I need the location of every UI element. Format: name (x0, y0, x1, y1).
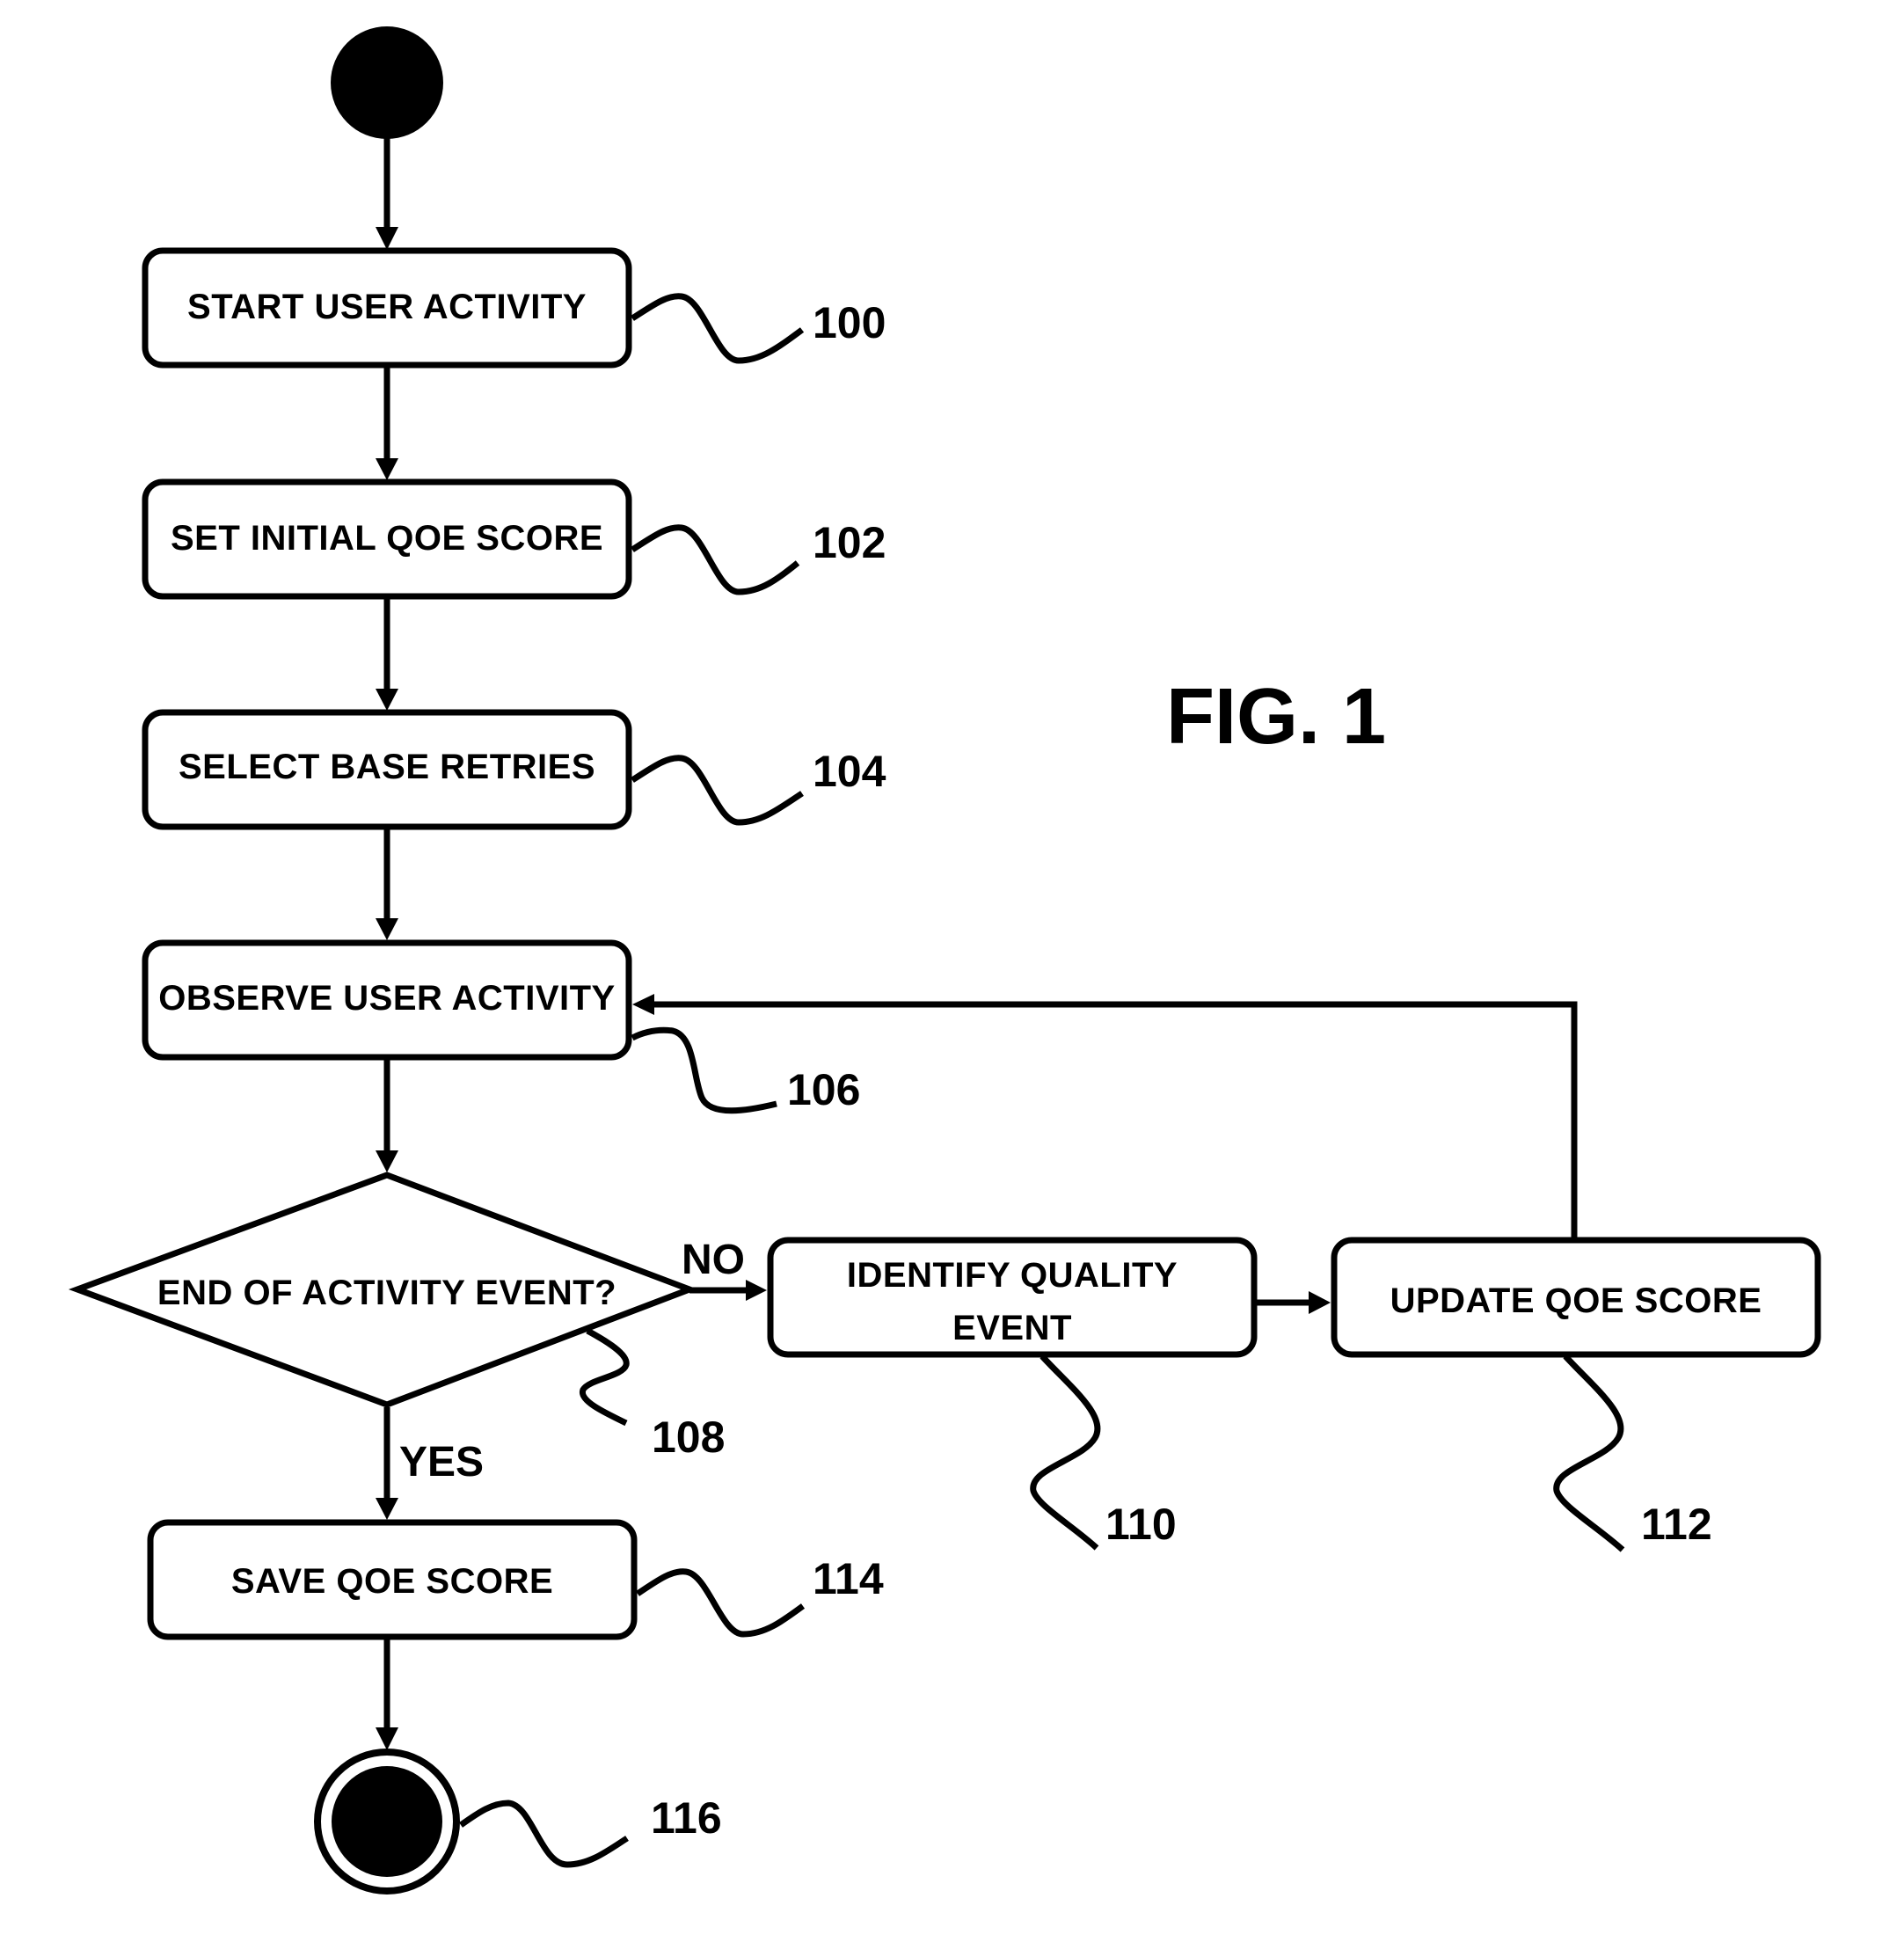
node-select-base-retries-label: SELECT BASE RETRIES (179, 748, 595, 786)
node-save-qoe-score: SAVE QOE SCORE (147, 1519, 638, 1640)
node-identify-quality-event: IDENTIFY QUALITY EVENT (767, 1237, 1258, 1358)
node-start-user-activity: START USER ACTIVITY (142, 247, 632, 369)
ref-116: 116 (651, 1793, 722, 1843)
node-end-of-activity-event-decision: END OF ACTIVITY EVENT? (68, 1172, 698, 1408)
node-start-user-activity-label: START USER ACTIVITY (187, 288, 587, 326)
leader-line-116 (458, 1800, 629, 1868)
branch-label-yes: YES (399, 1439, 484, 1486)
node-identify-quality-event-label-line1: IDENTIFY QUALITY (847, 1256, 1178, 1295)
leader-line-102 (631, 524, 800, 595)
flowchart-diagram: START USER ACTIVITY 100 SET INITIAL QOE … (68, 26, 1821, 1895)
ref-114: 114 (813, 1554, 884, 1603)
ref-102: 102 (813, 518, 886, 567)
leader-line-108 (580, 1327, 630, 1427)
leader-line-114 (636, 1568, 806, 1638)
node-set-initial-qoe-score-label: SET INITIAL QOE SCORE (171, 519, 603, 558)
node-update-qoe-score: UPDATE QOE SCORE (1331, 1237, 1821, 1358)
ref-110: 110 (1105, 1500, 1177, 1549)
ref-108: 108 (652, 1413, 725, 1462)
ref-106: 106 (787, 1065, 860, 1114)
node-select-base-retries: SELECT BASE RETRIES (142, 709, 632, 830)
leader-line-110 (1030, 1354, 1101, 1551)
node-identify-quality-event-label-line2: EVENT (952, 1309, 1072, 1347)
initial-node (331, 26, 443, 139)
arrow-start-to-start-user-activity (376, 132, 398, 250)
leader-line-100 (631, 293, 805, 364)
arrow-start-user-activity-to-set-initial-qoe-score (376, 368, 398, 480)
leader-line-112 (1553, 1354, 1625, 1552)
node-save-qoe-score-label: SAVE QOE SCORE (231, 1562, 553, 1601)
arrow-identify-quality-event-to-update-qoe-score (1257, 1291, 1331, 1314)
branch-label-no: NO (682, 1237, 745, 1283)
node-observe-user-activity-label: OBSERVE USER ACTIVITY (158, 979, 615, 1018)
ref-104: 104 (813, 747, 886, 796)
ref-112: 112 (1641, 1500, 1712, 1549)
figure-title: FIG. 1 (1166, 673, 1386, 761)
leader-line-104 (631, 755, 804, 826)
node-update-qoe-score-label: UPDATE QOE SCORE (1390, 1281, 1762, 1320)
node-set-initial-qoe-score: SET INITIAL QOE SCORE (142, 478, 632, 600)
arrow-update-qoe-score-loop-to-observe-user-activity (632, 994, 1578, 1237)
ref-100: 100 (813, 298, 886, 347)
arrow-select-base-retries-to-observe-user-activity (376, 829, 398, 940)
leader-line-106 (631, 1026, 777, 1114)
arrow-decision-yes-to-save-qoe-score (376, 1407, 398, 1520)
arrow-observe-user-activity-to-decision (376, 1060, 398, 1172)
arrow-set-initial-qoe-score-to-select-base-retries (376, 599, 398, 711)
node-end-of-activity-event-label: END OF ACTIVITY EVENT? (157, 1274, 616, 1312)
node-observe-user-activity: OBSERVE USER ACTIVITY (142, 939, 632, 1061)
arrow-save-qoe-score-to-final-node (376, 1639, 398, 1750)
final-node (314, 1749, 460, 1895)
